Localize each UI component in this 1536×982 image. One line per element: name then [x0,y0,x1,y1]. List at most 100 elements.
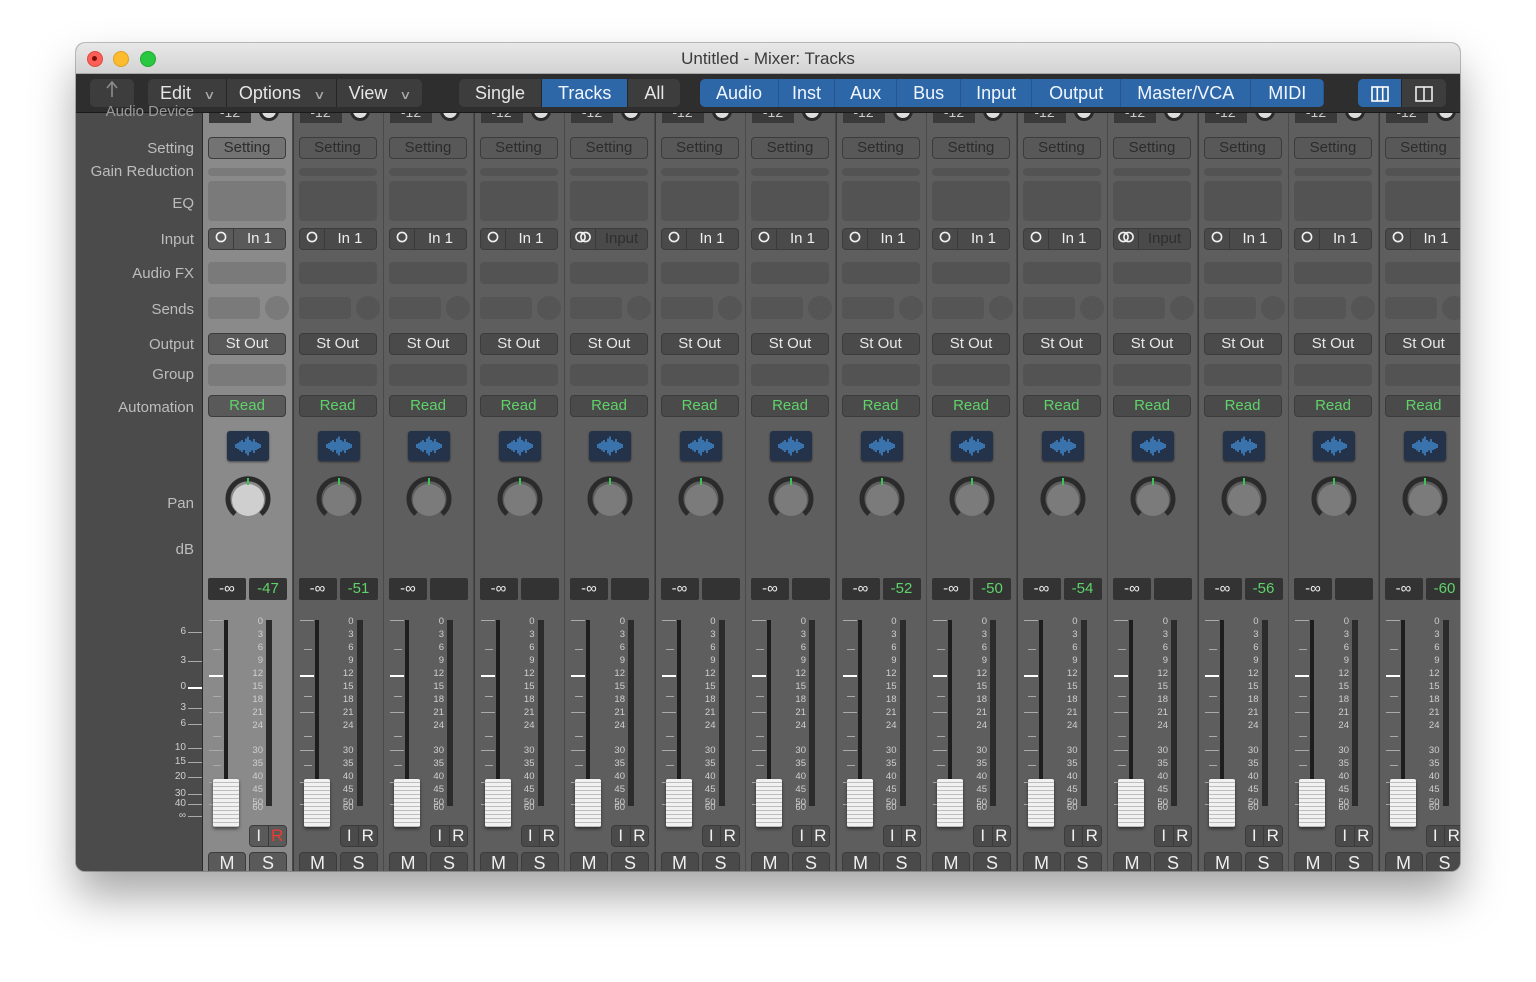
wide-channel-strips-icon[interactable] [1358,79,1402,107]
eq-thumbnail[interactable] [1113,181,1191,221]
pan-knob[interactable] [1129,475,1177,523]
send-level-knob[interactable] [355,296,380,320]
channel-setting-button[interactable]: Setting [1203,137,1282,159]
mute-button[interactable]: M [841,852,880,871]
input-monitoring-button[interactable]: I [793,826,812,846]
volume-fader-handle[interactable] [213,779,239,827]
audio-fx-slot[interactable] [1113,262,1191,284]
audio-fx-slot[interactable] [1022,262,1101,284]
device-gain-value[interactable]: -12 [661,113,704,123]
automation-mode-button[interactable]: Read [1203,395,1282,417]
send-level-knob[interactable] [446,296,470,320]
record-enable-button[interactable]: R [1264,826,1282,846]
audio-fx-slot[interactable] [208,262,286,284]
record-enable-button[interactable]: R [269,826,287,846]
send-level-knob[interactable] [1260,296,1285,320]
input-monitoring-button[interactable]: I [703,826,721,846]
pan-knob[interactable] [405,475,453,523]
peak-level-readout[interactable] [430,578,468,600]
device-gain-value[interactable]: -12 [209,113,251,123]
send-level-knob[interactable] [265,296,289,320]
eq-thumbnail[interactable] [1384,181,1460,221]
eq-thumbnail[interactable] [479,181,558,221]
device-knob[interactable] [1345,113,1365,121]
record-enable-button[interactable]: R [359,826,377,846]
channel-setting-button[interactable]: Setting [1113,137,1191,159]
filter-midi[interactable]: MIDI [1251,79,1325,107]
volume-readout[interactable]: -∞ [841,578,880,600]
send-slot[interactable] [751,297,803,319]
input-slot[interactable]: Input [1113,228,1191,250]
group-slot[interactable] [298,364,377,386]
mute-button[interactable]: M [660,852,699,871]
audio-fx-slot[interactable] [479,262,558,284]
automation-mode-button[interactable]: Read [208,395,286,417]
solo-button[interactable]: S [339,852,378,871]
input-monitoring-button[interactable]: I [431,826,450,846]
input-slot[interactable]: In 1 [1022,228,1101,250]
automation-mode-button[interactable]: Read [1384,395,1460,417]
device-gain-value[interactable]: -12 [1114,113,1156,123]
peak-level-readout[interactable]: -60 [1425,578,1460,600]
group-slot[interactable] [751,364,829,386]
volume-fader-handle[interactable] [1299,779,1325,827]
volume-readout[interactable]: -∞ [208,578,246,600]
peak-level-readout[interactable]: -51 [339,578,378,600]
volume-fader-handle[interactable] [484,779,511,827]
pan-knob[interactable] [224,475,272,523]
automation-mode-button[interactable]: Read [479,395,558,417]
filter-inst[interactable]: Inst [779,79,836,107]
channel-setting-button[interactable]: Setting [389,137,467,159]
send-level-knob[interactable] [898,296,923,320]
send-slot[interactable] [1384,297,1437,319]
device-gain-value[interactable]: -12 [752,113,794,123]
send-slot[interactable] [389,297,441,319]
filter-audio[interactable]: Audio [700,79,780,107]
send-slot[interactable] [1294,297,1346,319]
record-enable-button[interactable]: R [1083,826,1101,846]
mute-button[interactable]: M [479,852,518,871]
volume-readout[interactable]: -∞ [751,578,789,600]
mute-button[interactable]: M [1294,852,1332,871]
volume-readout[interactable]: -∞ [1113,578,1151,600]
view-mode-tracks[interactable]: Tracks [542,79,629,107]
pan-knob[interactable] [1401,475,1449,523]
device-knob[interactable] [530,113,551,121]
channel-setting-button[interactable]: Setting [208,137,286,159]
send-slot[interactable] [570,297,622,319]
channel-setting-button[interactable]: Setting [298,137,377,159]
input-slot[interactable]: In 1 [841,228,920,250]
volume-fader-handle[interactable] [1027,779,1054,827]
channel-setting-button[interactable]: Setting [570,137,648,159]
peak-level-readout[interactable]: -54 [1063,578,1102,600]
device-gain-value[interactable]: -12 [390,113,432,123]
audio-fx-slot[interactable] [1203,262,1282,284]
output-button[interactable]: St Out [1022,333,1101,355]
peak-level-readout[interactable]: -50 [973,578,1011,600]
volume-fader-handle[interactable] [937,779,963,827]
send-level-knob[interactable] [536,296,561,320]
pan-knob[interactable] [677,475,725,523]
record-enable-button[interactable]: R [1445,826,1460,846]
device-gain-value[interactable]: -12 [842,113,885,123]
eq-thumbnail[interactable] [932,181,1010,221]
device-gain-value[interactable]: -12 [1023,113,1066,123]
input-monitoring-button[interactable]: I [1427,826,1445,846]
record-enable-button[interactable]: R [540,826,558,846]
record-enable-button[interactable]: R [812,826,830,846]
volume-readout[interactable]: -∞ [1022,578,1061,600]
input-monitoring-button[interactable]: I [250,826,269,846]
pan-knob[interactable] [1310,475,1358,523]
automation-mode-button[interactable]: Read [841,395,920,417]
volume-fader-handle[interactable] [665,779,692,827]
device-gain-value[interactable]: -12 [933,113,975,123]
device-knob[interactable] [802,113,822,121]
view-mode-single[interactable]: Single [459,79,543,107]
group-slot[interactable] [1384,364,1460,386]
solo-button[interactable]: S [611,852,649,871]
send-slot[interactable] [1022,297,1075,319]
send-level-knob[interactable] [717,296,742,320]
device-knob[interactable] [711,113,732,121]
solo-button[interactable]: S [430,852,468,871]
volume-readout[interactable]: -∞ [932,578,970,600]
